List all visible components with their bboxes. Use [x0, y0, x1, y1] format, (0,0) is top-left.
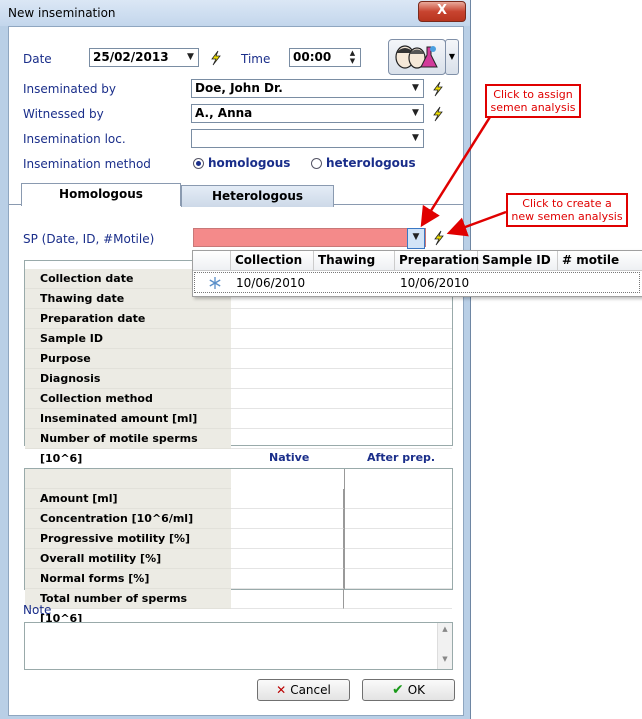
- arrow-create: [446, 210, 507, 237]
- annotation-arrows: [420, 116, 507, 237]
- arrow-assign: [420, 116, 492, 228]
